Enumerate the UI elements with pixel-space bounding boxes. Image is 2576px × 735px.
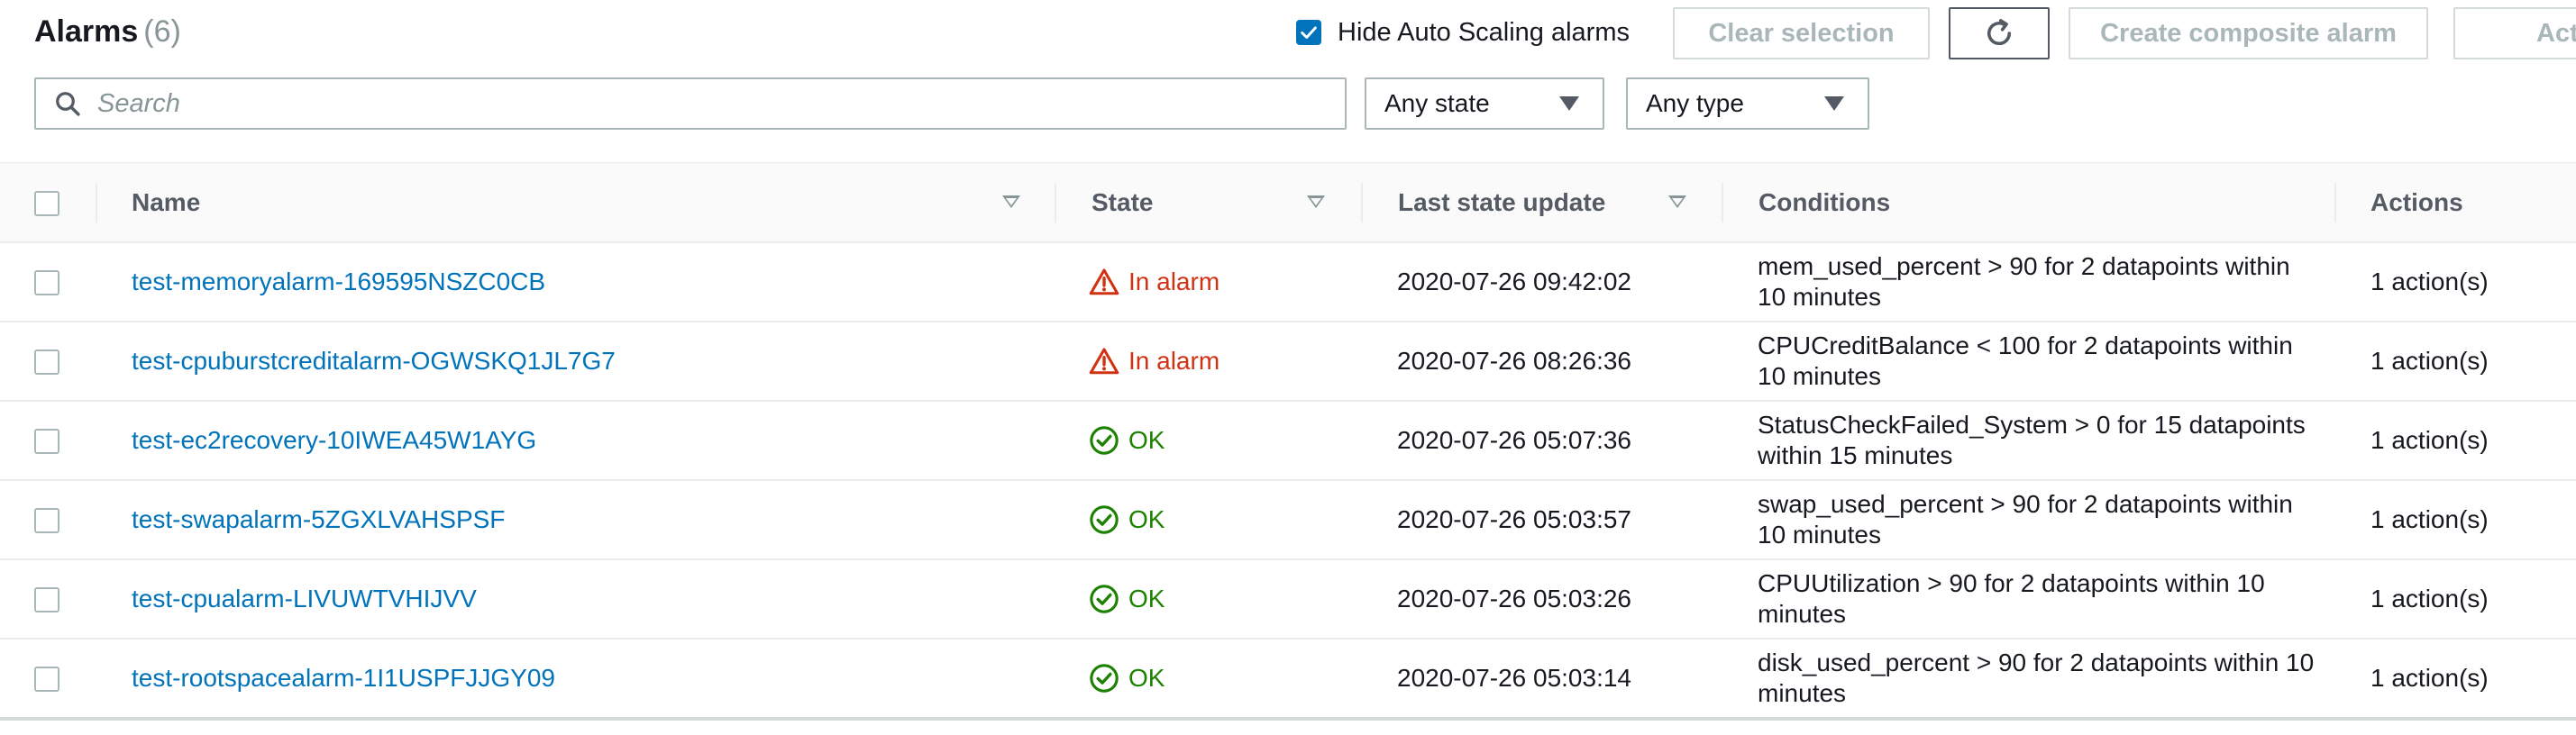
column-header-last-state-update[interactable]: Last state update [1398, 163, 1605, 242]
sort-icon[interactable] [1668, 195, 1686, 208]
state-filter-select[interactable]: Any state [1365, 77, 1604, 130]
state-label: In alarm [1128, 347, 1220, 375]
alarm-name-link[interactable]: test-memoryalarm-169595NSZC0CB [132, 243, 545, 321]
checkmark-icon [1301, 26, 1317, 39]
conditions-text: CPUCreditBalance < 100 for 2 datapoints … [1758, 331, 2293, 390]
table-row: test-rootspacealarm-1I1USPFJJGY09 OK 202… [0, 640, 2576, 719]
row-checkbox[interactable] [34, 667, 59, 692]
table-row: test-cpuburstcreditalarm-OGWSKQ1JL7G7 In… [0, 322, 2576, 402]
clear-selection-button[interactable]: Clear selection [1673, 7, 1930, 59]
column-header-name[interactable]: Name [132, 163, 200, 242]
select-all-checkbox[interactable] [34, 191, 59, 216]
page-title-text: Alarms [34, 14, 139, 49]
check-circle-icon [1090, 505, 1119, 534]
column-divider [1361, 183, 1363, 222]
state-label: OK [1128, 505, 1165, 533]
last-update-time: 2020-07-26 08:26:36 [1397, 347, 1631, 375]
row-checkbox[interactable] [34, 587, 59, 612]
conditions-text: mem_used_percent > 90 for 2 datapoints w… [1758, 252, 2290, 311]
column-divider [1722, 183, 1723, 222]
sort-icon[interactable] [1307, 195, 1325, 208]
last-update-time: 2020-07-26 09:42:02 [1397, 268, 1631, 295]
status-badge: OK [1089, 481, 1165, 558]
state-label: OK [1128, 664, 1165, 692]
status-badge: In alarm [1089, 243, 1219, 321]
last-update-time: 2020-07-26 05:03:14 [1397, 664, 1631, 692]
status-badge: In alarm [1089, 322, 1219, 400]
conditions-text: StatusCheckFailed_System > 0 for 15 data… [1758, 411, 2306, 469]
alarm-name-link[interactable]: test-cpuburstcreditalarm-OGWSKQ1JL7G7 [132, 322, 616, 400]
actions-count: 1 action(s) [2370, 347, 2489, 375]
state-label: In alarm [1128, 268, 1220, 295]
alarms-table: Name State Last state update Conditions … [0, 162, 2576, 721]
alarm-name-link[interactable]: test-ec2recovery-10IWEA45W1AYG [132, 402, 536, 479]
column-divider [1055, 183, 1056, 222]
warning-icon [1089, 348, 1119, 375]
column-header-conditions: Conditions [1758, 188, 1891, 216]
caret-down-icon [1824, 96, 1844, 111]
actions-count: 1 action(s) [2370, 585, 2489, 612]
column-divider [2334, 183, 2336, 222]
state-filter-value: Any state [1384, 89, 1490, 117]
hide-autoscaling-toggle[interactable]: Hide Auto Scaling alarms [1296, 16, 1630, 49]
column-header-actions: Actions [2370, 188, 2463, 216]
status-badge: OK [1089, 402, 1165, 479]
table-row: test-memoryalarm-169595NSZC0CB In alarm … [0, 243, 2576, 322]
row-checkbox[interactable] [34, 508, 59, 533]
last-update-time: 2020-07-26 05:03:57 [1397, 505, 1631, 533]
last-update-time: 2020-07-26 05:07:36 [1397, 426, 1631, 454]
alarm-count: (6) [143, 14, 181, 49]
column-header-state[interactable]: State [1092, 163, 1153, 242]
table-row: test-ec2recovery-10IWEA45W1AYG OK 2020-0… [0, 402, 2576, 481]
state-label: OK [1128, 585, 1165, 612]
hide-autoscaling-label: Hide Auto Scaling alarms [1338, 17, 1630, 47]
caret-down-icon [1559, 96, 1579, 111]
table-header: Name State Last state update Conditions … [0, 162, 2576, 243]
type-filter-select[interactable]: Any type [1626, 77, 1869, 130]
conditions-text: disk_used_percent > 90 for 2 datapoints … [1758, 649, 2315, 707]
conditions-text: CPUUtilization > 90 for 2 datapoints wit… [1758, 569, 2265, 628]
actions-count: 1 action(s) [2370, 268, 2489, 295]
row-checkbox[interactable] [34, 429, 59, 454]
status-badge: OK [1089, 640, 1165, 717]
alarm-name-link[interactable]: test-cpualarm-LIVUWTVHIJVV [132, 560, 477, 638]
check-circle-icon [1090, 664, 1119, 693]
sort-icon[interactable] [1002, 195, 1020, 208]
search-box[interactable] [34, 77, 1347, 130]
column-divider [96, 183, 97, 222]
actions-count: 1 action(s) [2370, 664, 2489, 692]
actions-count: 1 action(s) [2370, 505, 2489, 533]
check-circle-icon [1090, 585, 1119, 613]
refresh-button[interactable] [1949, 7, 2050, 59]
actions-dropdown-button[interactable]: Actions [2453, 7, 2576, 59]
table-bottom-border [0, 717, 2576, 721]
page-title: Alarms (6) [34, 14, 181, 50]
state-label: OK [1128, 426, 1165, 454]
row-checkbox[interactable] [34, 349, 59, 375]
alarms-header: Alarms (6) Hide Auto Scaling alarms Clear… [0, 0, 2576, 162]
warning-icon [1089, 268, 1119, 295]
status-badge: OK [1089, 560, 1165, 638]
alarm-name-link[interactable]: test-rootspacealarm-1I1USPFJJGY09 [132, 640, 555, 717]
conditions-text: swap_used_percent > 90 for 2 datapoints … [1758, 490, 2293, 549]
alarm-name-link[interactable]: test-swapalarm-5ZGXLVAHSPSF [132, 481, 505, 558]
table-row: test-cpualarm-LIVUWTVHIJVV OK 2020-07-26… [0, 560, 2576, 640]
row-checkbox[interactable] [34, 270, 59, 295]
search-icon [56, 92, 80, 116]
last-update-time: 2020-07-26 05:03:26 [1397, 585, 1631, 612]
search-input[interactable] [96, 87, 1271, 120]
hide-autoscaling-checkbox[interactable] [1296, 20, 1321, 45]
actions-count: 1 action(s) [2370, 426, 2489, 454]
create-composite-alarm-button[interactable]: Create composite alarm [2069, 7, 2428, 59]
check-circle-icon [1090, 426, 1119, 455]
refresh-icon [1987, 19, 2012, 46]
table-row: test-swapalarm-5ZGXLVAHSPSF OK 2020-07-2… [0, 481, 2576, 560]
type-filter-value: Any type [1646, 89, 1744, 117]
